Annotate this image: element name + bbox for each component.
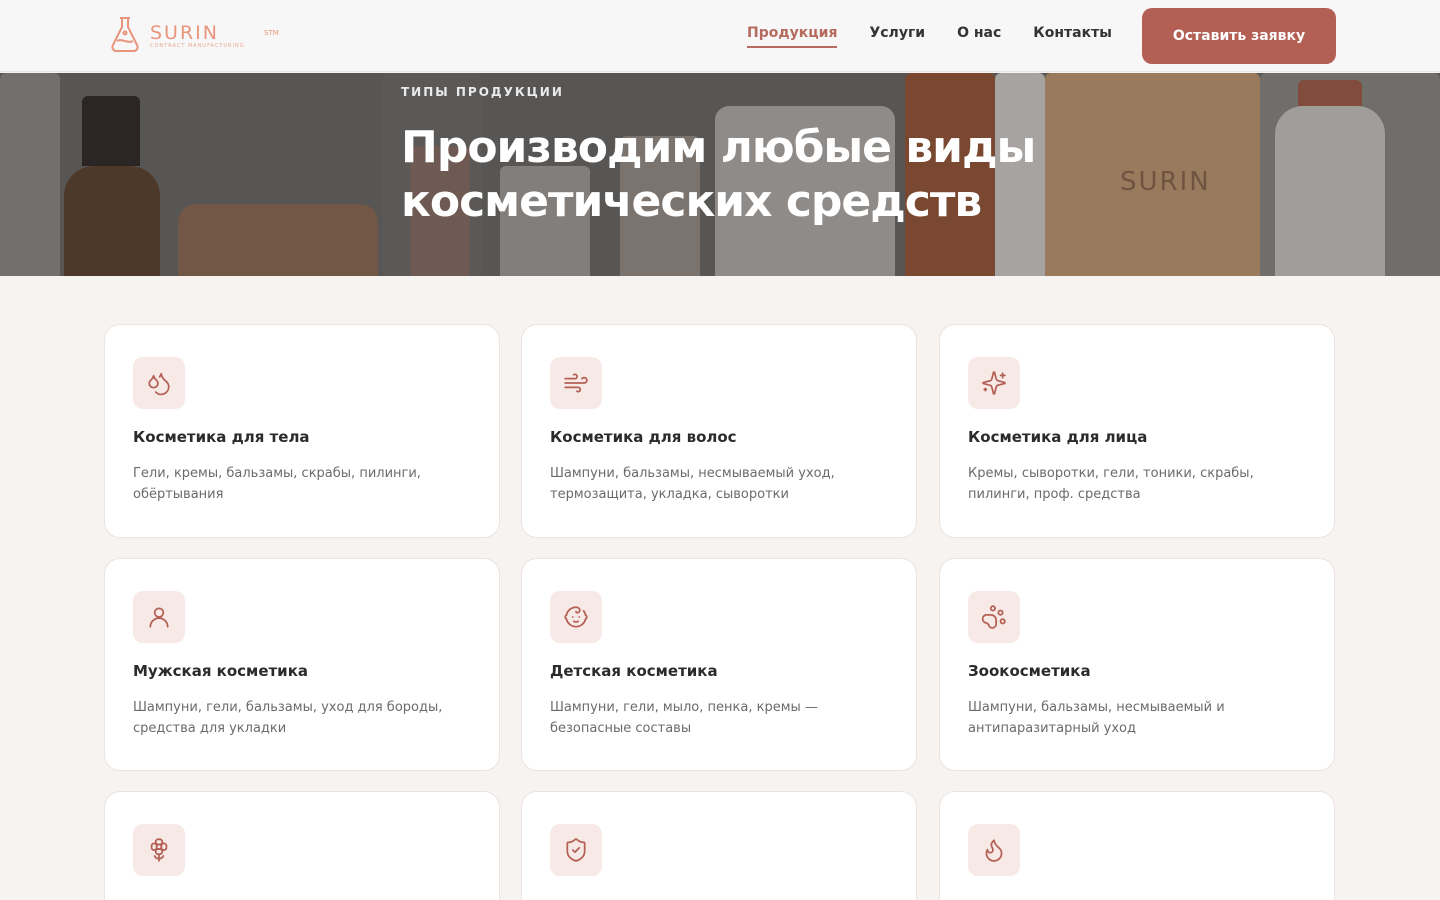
card-description: Шампуни, бальзамы, несмываемый и антипар…: [968, 700, 1225, 736]
wind-icon: [550, 357, 602, 409]
main-nav: Продукция Услуги О нас Контакты: [747, 24, 1112, 48]
product-card-other[interactable]: [939, 791, 1335, 900]
card-title: Косметика для лица: [968, 428, 1148, 446]
nav-item-about[interactable]: О нас: [957, 24, 1001, 48]
card-description: Гели, кремы, бальзамы, скрабы, пилинги, …: [133, 466, 421, 502]
nav-item-products[interactable]: Продукция: [747, 24, 838, 48]
card-description: Шампуни, бальзамы, несмываемый уход, тер…: [550, 466, 835, 502]
paw-icon: [968, 591, 1020, 643]
flower-icon: [133, 824, 185, 876]
card-title: Косметика для тела: [133, 428, 310, 446]
flask-logo-icon: [108, 15, 142, 57]
site-header: SURIN STM CONTRACT MANUFACTURING Продукци…: [0, 0, 1440, 72]
card-title: Зоокосметика: [968, 662, 1091, 680]
shield-check-icon: [550, 824, 602, 876]
card-title: Детская косметика: [550, 662, 718, 680]
product-card-antibacterial[interactable]: [521, 791, 917, 900]
logo[interactable]: SURIN STM CONTRACT MANUFACTURING: [108, 15, 279, 57]
baby-icon: [550, 591, 602, 643]
nav-item-contacts[interactable]: Контакты: [1033, 24, 1112, 48]
page-title: Производим любые виды косметических сред…: [401, 122, 1036, 227]
logo-wordmark: SURIN STM: [150, 22, 279, 44]
card-description: Шампуни, гели, бальзамы, уход для бороды…: [133, 700, 443, 736]
nav-item-services[interactable]: Услуги: [869, 24, 925, 48]
hero-banner: SURIN ТИПЫ ПРОДУКЦИИ Производим любые ви…: [0, 73, 1440, 276]
droplets-icon: [133, 357, 185, 409]
card-description: Кремы, сыворотки, гели, тоники, скрабы, …: [968, 466, 1254, 502]
product-card-pets[interactable]: Зоокосметика Шампуни, бальзамы, несмывае…: [939, 558, 1335, 771]
product-card-face[interactable]: Косметика для лица Кремы, сыворотки, гел…: [939, 324, 1335, 538]
flame-icon: [968, 824, 1020, 876]
product-card-spa[interactable]: [104, 791, 500, 900]
product-card-kids[interactable]: Детская косметика Шампуни, гели, мыло, п…: [521, 558, 917, 771]
product-card-hair[interactable]: Косметика для волос Шампуни, бальзамы, н…: [521, 324, 917, 538]
submit-request-button[interactable]: Оставить заявку: [1142, 8, 1336, 64]
card-title: Косметика для волос: [550, 428, 737, 446]
card-description: Шампуни, гели, мыло, пенка, кремы — безо…: [550, 700, 818, 736]
product-card-men[interactable]: Мужская косметика Шампуни, гели, бальзам…: [104, 558, 500, 771]
section-eyebrow: ТИПЫ ПРОДУКЦИИ: [401, 85, 564, 99]
user-icon: [133, 591, 185, 643]
card-title: Мужская косметика: [133, 662, 308, 680]
product-card-body[interactable]: Косметика для тела Гели, кремы, бальзамы…: [104, 324, 500, 538]
sparkles-icon: [968, 357, 1020, 409]
